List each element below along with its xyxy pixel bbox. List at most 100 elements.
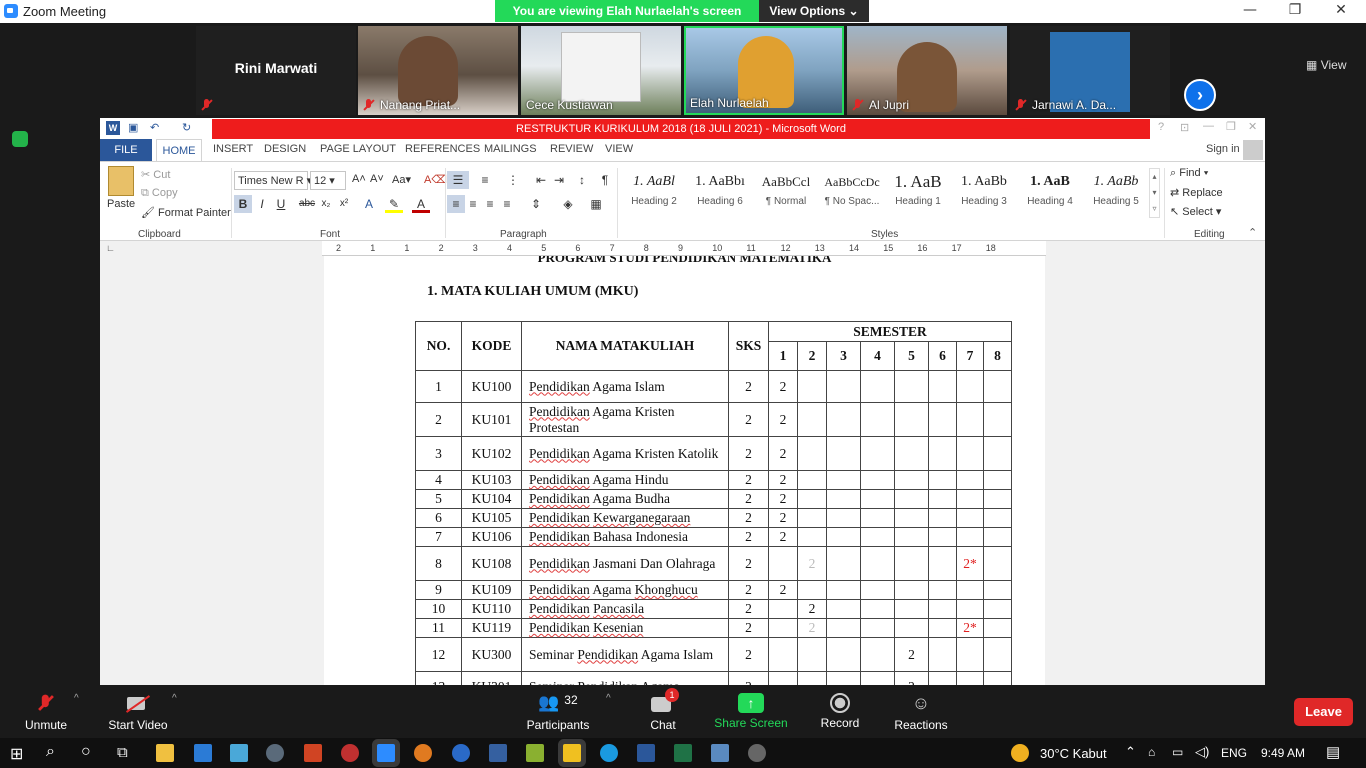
bold-button[interactable]: B <box>234 195 252 213</box>
participants-button[interactable]: 👥 32 Participants <box>524 685 592 738</box>
app-icon[interactable] <box>526 744 544 762</box>
security-shield-icon[interactable] <box>12 131 28 147</box>
app-icon[interactable] <box>711 744 729 762</box>
participant-tile-active-speaker[interactable]: Elah Nurlaelah <box>684 26 844 115</box>
borders-icon[interactable]: ▦ <box>585 195 607 213</box>
underline-button[interactable]: U <box>272 195 290 213</box>
start-video-button[interactable]: Start Video <box>104 685 172 738</box>
align-left-icon[interactable]: ≡ <box>447 195 465 213</box>
strikethrough-button[interactable]: abc <box>298 195 316 213</box>
leave-button[interactable]: Leave <box>1294 698 1353 726</box>
shrink-font-icon[interactable]: A˅ <box>370 173 384 185</box>
app-icon[interactable] <box>489 744 507 762</box>
cut-button[interactable]: ✂ Cut <box>141 168 170 181</box>
audio-options-chevron-icon[interactable]: ^ <box>74 693 79 704</box>
app-icon[interactable] <box>266 744 284 762</box>
style-normal[interactable]: AaBbCcl ¶ Normal <box>753 168 819 218</box>
style-no-spacing[interactable]: AaBbCcDc ¶ No Spac... <box>819 168 885 218</box>
replace-button[interactable]: ⇄ Replace <box>1170 186 1223 199</box>
restore-icon[interactable]: ❐ <box>1280 2 1310 20</box>
chevron-up-icon[interactable]: ⌃ <box>1125 744 1136 760</box>
document-page[interactable]: PROGRAM STUDI PENDIDIKAN MATEMATIKA 1. M… <box>324 256 1045 685</box>
style-heading-5[interactable]: 1. AaBb Heading 5 <box>1083 168 1149 218</box>
weather-text[interactable]: 30°C Kabut <box>1040 746 1107 761</box>
change-case-icon[interactable]: Aa▾ <box>392 173 411 186</box>
tab-insert[interactable]: INSERT <box>213 143 253 155</box>
horizontal-ruler[interactable]: 2 1 1 2 3 4 5 6 7 8 9 10 11 12 13 14 15 16 17 18 <box>322 241 1046 256</box>
volume-icon[interactable]: ◁) <box>1195 744 1209 760</box>
paste-icon[interactable] <box>108 166 134 196</box>
show-marks-icon[interactable]: ¶ <box>596 171 614 189</box>
sort-icon[interactable]: ↕ <box>573 171 591 189</box>
font-name-field[interactable]: Times New R ▾ <box>234 171 312 190</box>
tab-view[interactable]: VIEW <box>605 143 633 155</box>
edge-icon[interactable] <box>600 744 618 762</box>
weather-icon[interactable] <box>1011 744 1029 762</box>
unmute-button[interactable]: Unmute <box>18 685 74 738</box>
sign-in-link[interactable]: Sign in <box>1206 143 1240 155</box>
align-center-icon[interactable]: ≡ <box>464 195 482 213</box>
tab-review[interactable]: REVIEW <box>550 143 593 155</box>
tab-selector-icon[interactable]: ∟ <box>106 243 115 253</box>
powerpoint-icon[interactable] <box>304 744 322 762</box>
font-color-icon[interactable]: A <box>412 195 430 213</box>
language-indicator[interactable]: ENG <box>1221 746 1247 760</box>
collapse-ribbon-icon[interactable]: ⌃ <box>1248 226 1257 239</box>
select-button[interactable]: ↖ Select ▾ <box>1170 205 1221 218</box>
ribbon-display-icon[interactable]: ⊡ <box>1180 121 1189 134</box>
align-right-icon[interactable]: ≡ <box>481 195 499 213</box>
highlight-color-icon[interactable]: ✎ <box>385 195 403 213</box>
justify-icon[interactable]: ≡ <box>498 195 516 213</box>
superscript-button[interactable]: x² <box>335 195 353 213</box>
bullets-icon[interactable]: ☰ <box>447 171 469 189</box>
subscript-button[interactable]: x₂ <box>317 195 335 213</box>
network-icon[interactable]: ⌂ <box>1148 745 1155 759</box>
tab-design[interactable]: DESIGN <box>264 143 306 155</box>
tab-home[interactable]: HOME <box>156 139 202 161</box>
numbering-icon[interactable]: ≡ <box>474 171 496 189</box>
style-heading-1[interactable]: 1. AaB Heading 1 <box>885 168 951 218</box>
view-button[interactable]: ▦ View <box>1306 58 1346 72</box>
word-minimize-icon[interactable]: — <box>1203 120 1214 132</box>
task-view-icon[interactable]: ⧉ <box>117 744 128 761</box>
app-icon[interactable] <box>452 744 470 762</box>
excel-icon[interactable] <box>674 744 692 762</box>
app-icon[interactable] <box>341 744 359 762</box>
close-icon[interactable]: ✕ <box>1326 2 1356 20</box>
grow-font-icon[interactable]: A˄ <box>352 173 366 185</box>
tab-mailings[interactable]: MAILINGS <box>484 143 537 155</box>
notifications-icon[interactable]: ▤ <box>1326 743 1340 761</box>
participant-tile[interactable]: Nanang Priat... <box>358 26 518 115</box>
cortana-icon[interactable]: ○ <box>81 743 91 761</box>
styles-scroll[interactable]: ▴ ▾ ▿ <box>1149 168 1160 218</box>
video-options-chevron-icon[interactable]: ^ <box>172 693 177 704</box>
share-screen-button[interactable]: ↑ Share Screen <box>712 685 790 738</box>
app-icon[interactable] <box>194 744 212 762</box>
style-heading-3[interactable]: 1. AaBb Heading 3 <box>951 168 1017 218</box>
minimize-icon[interactable]: — <box>1235 2 1265 20</box>
text-effects-icon[interactable]: A <box>360 195 378 213</box>
style-heading-6[interactable]: 1. AaBbı Heading 6 <box>687 168 753 218</box>
next-page-button[interactable]: › <box>1184 79 1216 111</box>
participant-tile[interactable]: Rini Marwati <box>196 26 356 115</box>
sticky-notes-icon[interactable] <box>563 744 581 762</box>
find-button[interactable]: ⌕ Find ▾ <box>1170 167 1208 180</box>
clear-formatting-icon[interactable]: A⌫ <box>424 173 447 186</box>
word-close-icon[interactable]: ✕ <box>1248 120 1257 133</box>
paste-button[interactable]: Paste <box>107 198 135 210</box>
multilevel-list-icon[interactable]: ⋮ <box>502 171 524 189</box>
participant-tile[interactable]: Cece Kustiawan <box>521 26 681 115</box>
wifi-icon[interactable]: ▭ <box>1172 745 1183 759</box>
account-avatar-icon[interactable] <box>1243 140 1263 160</box>
word-taskbar-icon[interactable] <box>637 744 655 762</box>
undo-icon[interactable]: ↶ <box>150 121 159 134</box>
reactions-button[interactable]: ☺ Reactions <box>892 685 950 738</box>
tab-page-layout[interactable]: PAGE LAYOUT <box>320 143 396 155</box>
shading-icon[interactable]: ◈ <box>557 195 579 213</box>
app-icon[interactable] <box>414 744 432 762</box>
app-icon[interactable] <box>748 744 766 762</box>
participant-tile[interactable]: Al Jupri <box>847 26 1007 115</box>
view-options-button[interactable]: View Options ⌄ <box>759 0 869 22</box>
windows-start-icon[interactable]: ⊞ <box>10 744 23 764</box>
save-icon[interactable]: ▣ <box>128 121 138 134</box>
